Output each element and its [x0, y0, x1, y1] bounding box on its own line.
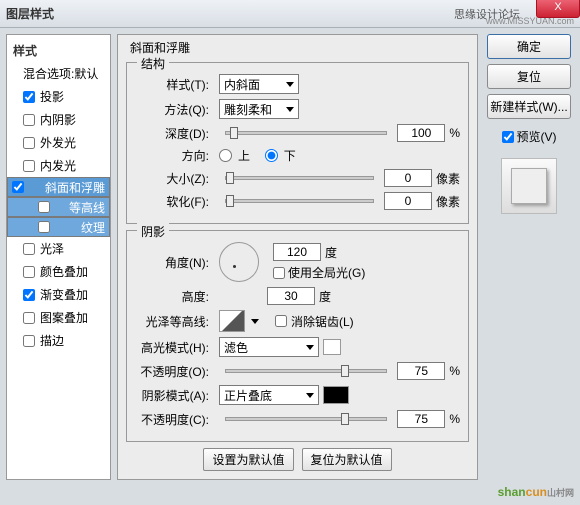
close-button[interactable]: X [536, 0, 580, 18]
highlight-opacity-label: 不透明度(O): [135, 363, 215, 380]
unit: % [449, 126, 460, 140]
shadow-opacity-slider[interactable] [225, 417, 387, 421]
soften-input[interactable]: 0 [384, 192, 432, 210]
list-item-texture[interactable]: 纹理 [7, 217, 110, 237]
depth-input[interactable]: 100 [397, 124, 445, 142]
shadow-mode-label: 阴影模式(A): [135, 387, 215, 404]
new-style-button[interactable]: 新建样式(W)... [487, 94, 571, 119]
blend-options[interactable]: 混合选项:默认 [7, 62, 110, 85]
angle-input[interactable]: 120 [273, 243, 321, 261]
set-default-button[interactable]: 设置为默认值 [203, 448, 293, 471]
size-slider[interactable] [225, 176, 374, 180]
shadow-opacity-label: 不透明度(C): [135, 411, 215, 428]
soften-slider[interactable] [225, 199, 374, 203]
list-item[interactable]: 描边 [7, 329, 110, 352]
checkbox[interactable] [23, 160, 35, 172]
highlight-opacity-slider[interactable] [225, 369, 387, 373]
checkbox[interactable] [12, 181, 24, 193]
size-label: 大小(Z): [135, 170, 215, 187]
checkbox[interactable] [23, 335, 35, 347]
shadow-legend: 阴影 [137, 223, 169, 240]
depth-slider[interactable] [225, 131, 387, 135]
checkbox[interactable] [23, 243, 35, 255]
global-light-checkbox[interactable] [273, 267, 285, 279]
gloss-contour-label: 光泽等高线: [135, 313, 215, 330]
style-label: 样式(T): [135, 76, 215, 93]
window-title: 图层样式 [6, 5, 54, 22]
unit: 度 [319, 288, 331, 305]
method-select[interactable]: 雕刻柔和 [219, 99, 299, 119]
cancel-button[interactable]: 复位 [487, 64, 571, 89]
unit: 像素 [436, 193, 460, 210]
altitude-label: 高度: [135, 288, 215, 305]
structure-legend: 结构 [137, 55, 169, 72]
styles-list: 样式 混合选项:默认 投影 内阴影 外发光 内发光 斜面和浮雕 等高线 纹理 光… [6, 34, 111, 480]
soften-label: 软化(F): [135, 193, 215, 210]
angle-label: 角度(N): [135, 254, 215, 271]
list-item[interactable]: 图案叠加 [7, 306, 110, 329]
chevron-down-icon [286, 107, 294, 112]
highlight-opacity-input[interactable]: 75 [397, 362, 445, 380]
unit: % [449, 364, 460, 378]
checkbox[interactable] [23, 137, 35, 149]
list-item[interactable]: 投影 [7, 85, 110, 108]
styles-header: 样式 [7, 39, 110, 62]
preview-swatch [501, 158, 557, 214]
method-label: 方法(Q): [135, 101, 215, 118]
shadow-mode-select[interactable]: 正片叠底 [219, 385, 319, 405]
chevron-down-icon [306, 393, 314, 398]
chevron-down-icon[interactable] [251, 319, 259, 324]
list-item-bevel[interactable]: 斜面和浮雕 [7, 177, 110, 197]
unit: 像素 [436, 170, 460, 187]
list-item[interactable]: 渐变叠加 [7, 283, 110, 306]
list-item[interactable]: 颜色叠加 [7, 260, 110, 283]
watermark: shancun山村网 [498, 480, 574, 501]
list-item[interactable]: 光泽 [7, 237, 110, 260]
list-item[interactable]: 内发光 [7, 154, 110, 177]
checkbox[interactable] [38, 221, 50, 233]
checkbox[interactable] [23, 114, 35, 126]
checkbox[interactable] [23, 312, 35, 324]
direction-down-radio[interactable] [265, 149, 278, 162]
unit: % [449, 412, 460, 426]
checkbox[interactable] [38, 201, 50, 213]
preview-checkbox[interactable] [502, 131, 514, 143]
checkbox[interactable] [23, 91, 35, 103]
chevron-down-icon [306, 345, 314, 350]
antialias-checkbox[interactable] [275, 315, 287, 327]
style-select[interactable]: 内斜面 [219, 74, 299, 94]
direction-label: 方向: [135, 147, 215, 164]
angle-dial[interactable] [219, 242, 259, 282]
checkbox[interactable] [23, 266, 35, 278]
unit: 度 [325, 244, 337, 261]
section-title: 斜面和浮雕 [130, 39, 469, 56]
list-item[interactable]: 内阴影 [7, 108, 110, 131]
ok-button[interactable]: 确定 [487, 34, 571, 59]
shadow-opacity-input[interactable]: 75 [397, 410, 445, 428]
chevron-down-icon [286, 82, 294, 87]
depth-label: 深度(D): [135, 125, 215, 142]
shadow-color-swatch[interactable] [323, 386, 349, 404]
highlight-mode-select[interactable]: 滤色 [219, 337, 319, 357]
highlight-color-swatch[interactable] [323, 339, 341, 355]
highlight-mode-label: 高光模式(H): [135, 339, 215, 356]
altitude-input[interactable]: 30 [267, 287, 315, 305]
list-item-contour[interactable]: 等高线 [7, 197, 110, 217]
checkbox[interactable] [23, 289, 35, 301]
direction-up-radio[interactable] [219, 149, 232, 162]
size-input[interactable]: 0 [384, 169, 432, 187]
contour-swatch[interactable] [219, 310, 245, 332]
reset-default-button[interactable]: 复位为默认值 [302, 448, 392, 471]
list-item[interactable]: 外发光 [7, 131, 110, 154]
